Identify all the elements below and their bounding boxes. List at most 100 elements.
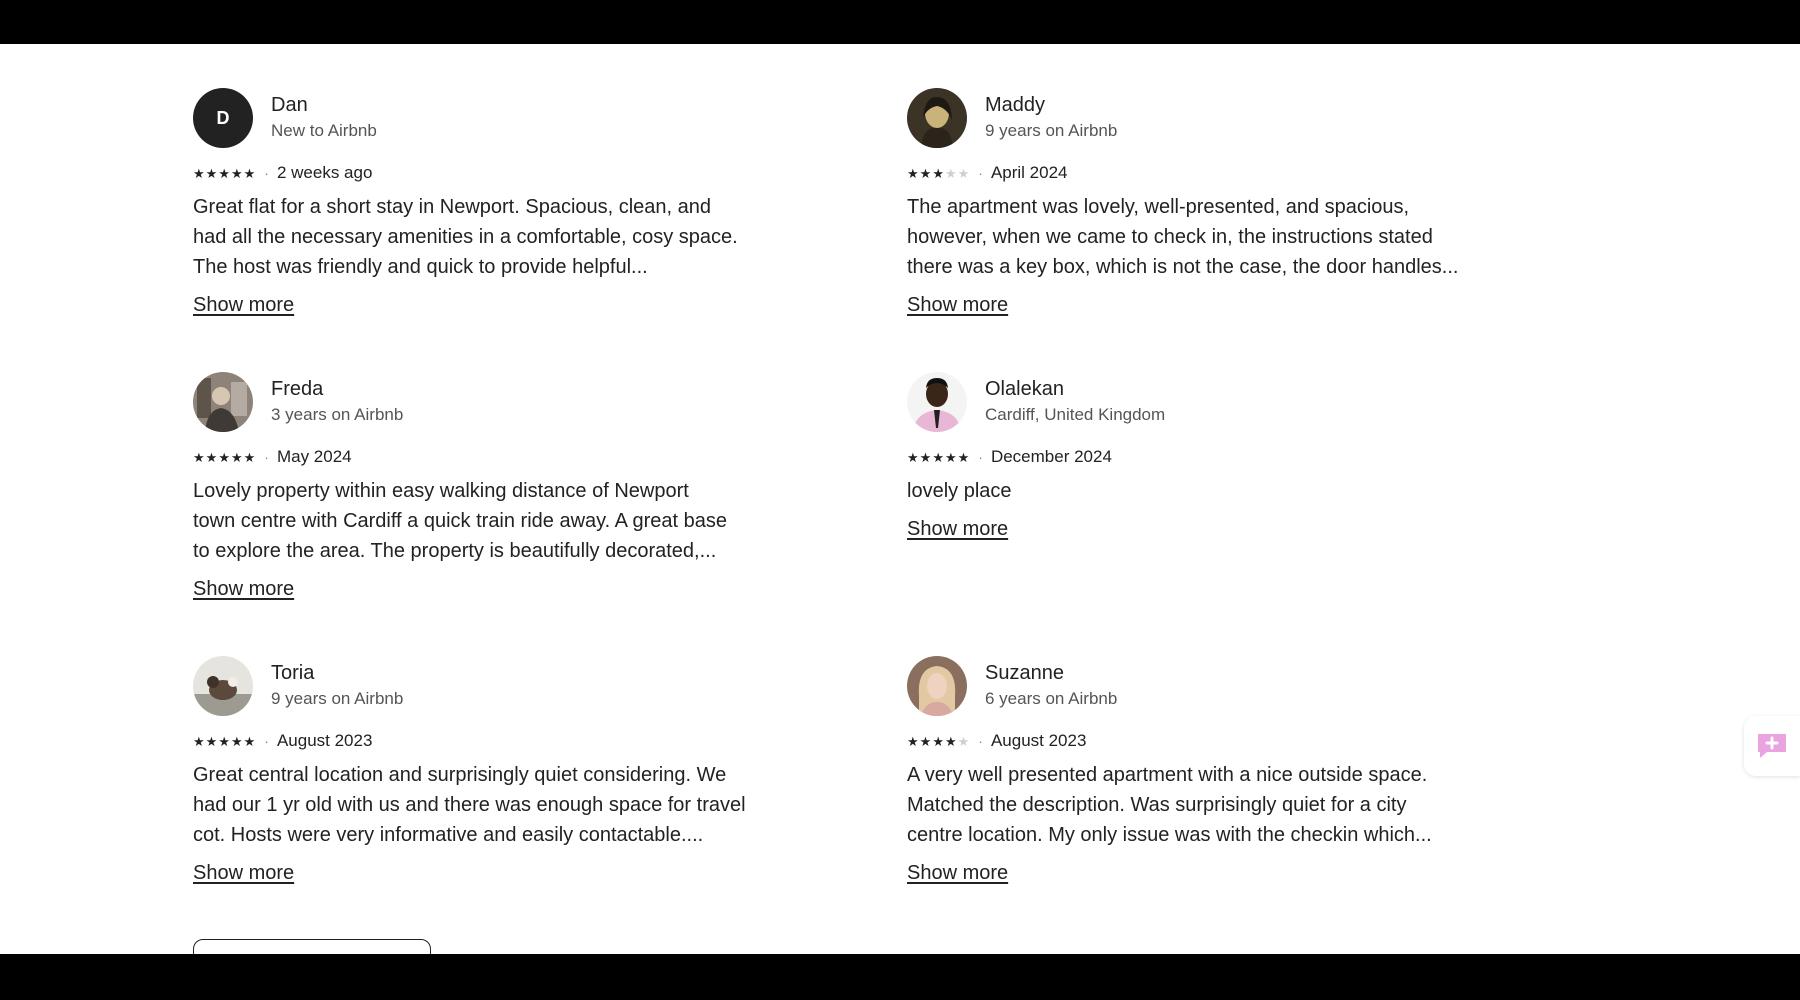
review-text-line: had all the necessary amenities in a com… [193, 226, 738, 248]
reviewer-name: Suzanne [985, 662, 1064, 684]
star-filled-icon: ★ [193, 165, 205, 181]
star-filled-icon: ★ [919, 165, 932, 181]
avatar-photo [907, 88, 967, 148]
review-text-line: Great central location and surprisingly … [193, 764, 727, 786]
star-filled-icon: ★ [932, 449, 944, 465]
star-filled-icon: ★ [243, 733, 256, 749]
star-filled-icon: ★ [218, 733, 230, 749]
review-date: August 2023 [276, 731, 373, 750]
avatar-photo [193, 372, 253, 432]
star-filled-icon: ★ [907, 165, 919, 181]
star-filled-icon: ★ [230, 733, 243, 749]
review-text-line: town centre with Cardiff a quick train r… [193, 510, 727, 532]
star-filled-icon: ★ [193, 733, 205, 749]
star-filled-icon: ★ [193, 449, 205, 465]
reviewer-name: Olalekan [985, 378, 1064, 400]
review-text-line: The apartment was lovely, well-presented… [907, 196, 1410, 218]
review-card: Suzanne 6 years on Airbnb ★ ★ ★ ★ ★ · August… [907, 656, 1507, 885]
separator-dot: · [978, 165, 983, 181]
reviewer-subtitle: 9 years on Airbnb [985, 121, 1118, 140]
separator-dot: · [264, 449, 269, 465]
star-filled-icon: ★ [205, 165, 218, 181]
star-filled-icon: ★ [243, 449, 256, 465]
star-filled-icon: ★ [932, 165, 944, 181]
show-more-link[interactable]: Show more [193, 294, 294, 317]
reviewer-name: Freda [271, 378, 324, 400]
review-card: Olalekan Cardiff, United Kingdom ★ ★ ★ ★ ★ ·… [907, 372, 1507, 541]
star-filled-icon: ★ [919, 449, 932, 465]
show-more-link[interactable]: Show more [193, 862, 294, 885]
letterbox-top [0, 0, 1800, 44]
reviewer-name: Maddy [985, 94, 1046, 116]
avatar[interactable] [907, 88, 967, 148]
avatar-photo [193, 656, 253, 716]
show-all-reviews-button[interactable] [193, 939, 431, 954]
review-text-line: Great flat for a short stay in Newport. … [193, 196, 712, 218]
review-date: April 2024 [990, 163, 1068, 182]
star-empty-icon: ★ [944, 165, 957, 181]
review-card: Maddy 9 years on Airbnb ★ ★ ★ ★ ★ · April 20… [907, 88, 1507, 317]
star-rating: ★ ★ ★ ★ ★ [907, 451, 970, 464]
review-header: Olalekan Cardiff, United Kingdom [907, 372, 1507, 432]
separator-dot: · [978, 733, 983, 749]
star-filled-icon: ★ [907, 733, 919, 749]
star-filled-icon: ★ [243, 165, 256, 181]
review-meta: ★ ★ ★ ★ ★ · 2 weeks ago [193, 162, 793, 184]
review-text: lovely place [907, 476, 1497, 506]
letterbox-bottom [0, 954, 1800, 1000]
reviewer-name: Toria [271, 662, 315, 684]
reviewer-subtitle: 3 years on Airbnb [271, 405, 404, 424]
reviewer-subtitle: 9 years on Airbnb [271, 689, 404, 708]
star-rating: ★ ★ ★ ★ ★ [907, 735, 970, 748]
review-meta: ★ ★ ★ ★ ★ · April 2024 [907, 162, 1507, 184]
review-text-line: The host was friendly and quick to provi… [193, 256, 648, 278]
review-text: Great central location and surprisingly … [193, 760, 783, 850]
review-card: Toria 9 years on Airbnb ★ ★ ★ ★ ★ · August 2… [193, 656, 793, 885]
avatar-initial: D [216, 107, 230, 128]
reviewer-subtitle: Cardiff, United Kingdom [985, 405, 1166, 424]
avatar[interactable] [907, 656, 967, 716]
review-text: Lovely property within easy walking dist… [193, 476, 783, 566]
review-text-line: centre location. My only issue was with … [907, 824, 1432, 846]
avatar[interactable] [907, 372, 967, 432]
show-more-link[interactable]: Show more [907, 294, 1008, 317]
review-text: Great flat for a short stay in Newport. … [193, 192, 783, 282]
star-rating: ★ ★ ★ ★ ★ [907, 167, 970, 180]
show-more-link[interactable]: Show more [907, 862, 1008, 885]
star-filled-icon: ★ [230, 449, 243, 465]
review-text-line: cot. Hosts were very informative and eas… [193, 824, 704, 846]
chat-plus-icon [1758, 734, 1786, 758]
avatar[interactable] [193, 656, 253, 716]
reviewer-subtitle: 6 years on Airbnb [985, 689, 1118, 708]
review-meta: ★ ★ ★ ★ ★ · August 2023 [193, 730, 793, 752]
star-rating: ★ ★ ★ ★ ★ [193, 167, 256, 180]
review-date: August 2023 [990, 731, 1087, 750]
show-more-link[interactable]: Show more [193, 578, 294, 601]
review-text-line: had our 1 yr old with us and there was e… [193, 794, 746, 816]
review-meta: ★ ★ ★ ★ ★ · December 2024 [907, 446, 1507, 468]
star-filled-icon: ★ [919, 733, 932, 749]
review-header: Suzanne 6 years on Airbnb [907, 656, 1507, 716]
star-filled-icon: ★ [907, 449, 919, 465]
reviewer-name: Dan [271, 94, 308, 116]
review-text-line: to explore the area. The property is bea… [193, 540, 717, 562]
reviewer-subtitle: New to Airbnb [271, 121, 377, 140]
review-meta: ★ ★ ★ ★ ★ · August 2023 [907, 730, 1507, 752]
avatar[interactable] [193, 372, 253, 432]
review-text-line: however, when we came to check in, the i… [907, 226, 1433, 248]
star-filled-icon: ★ [205, 733, 218, 749]
star-filled-icon: ★ [230, 165, 243, 181]
feedback-widget[interactable] [1744, 716, 1800, 776]
review-date: 2 weeks ago [276, 163, 373, 182]
star-filled-icon: ★ [957, 449, 970, 465]
star-filled-icon: ★ [944, 449, 957, 465]
review-meta: ★ ★ ★ ★ ★ · May 2024 [193, 446, 793, 468]
review-header: Maddy 9 years on Airbnb [907, 88, 1507, 148]
review-card: Freda 3 years on Airbnb ★ ★ ★ ★ ★ · May 2024… [193, 372, 793, 601]
star-rating: ★ ★ ★ ★ ★ [193, 735, 256, 748]
star-rating: ★ ★ ★ ★ ★ [193, 451, 256, 464]
show-more-link[interactable]: Show more [907, 518, 1008, 541]
review-text-line: lovely place [907, 480, 1012, 502]
star-filled-icon: ★ [932, 733, 944, 749]
avatar[interactable]: D [193, 88, 253, 148]
